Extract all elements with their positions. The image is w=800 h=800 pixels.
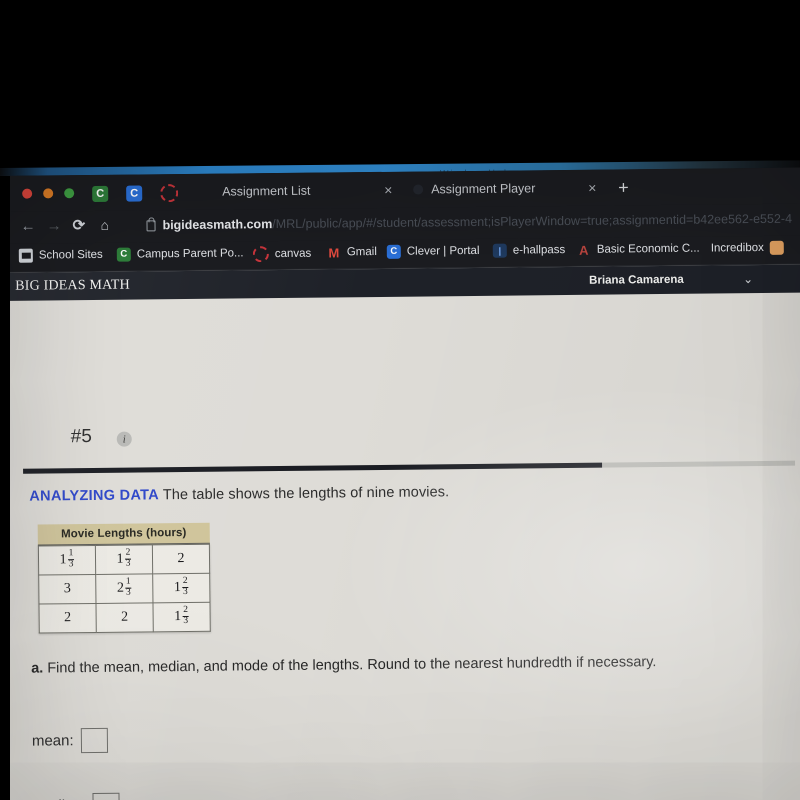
bookmark-label: Clever | Portal xyxy=(406,244,480,258)
part-a-question: a. Find the mean, median, and mode of th… xyxy=(31,654,656,677)
mean-input[interactable] xyxy=(80,727,108,754)
window-traffic-lights[interactable] xyxy=(22,188,75,199)
table-cell: 2 xyxy=(38,603,97,634)
bookmark-label: Basic Economic C... xyxy=(596,242,700,256)
bookmark-canvas[interactable]: canvas xyxy=(252,246,312,263)
table-cell: 123 xyxy=(152,573,210,603)
tab-close-icon[interactable]: × xyxy=(588,180,596,196)
table-row: 22123 xyxy=(38,602,211,634)
home-icon[interactable]: ⌂ xyxy=(100,217,109,233)
tab-close-icon[interactable]: × xyxy=(384,182,392,198)
adobe-icon: A xyxy=(579,242,589,258)
hallpass-icon: | xyxy=(492,243,507,258)
tab-title: Assignment Player xyxy=(431,181,536,197)
bookmark-clever-portal[interactable]: C Clever | Portal xyxy=(386,244,480,259)
part-a-label: a. xyxy=(31,660,44,677)
clever-green-icon[interactable]: C xyxy=(92,185,109,202)
photo-left-edge xyxy=(0,176,10,800)
bookmark-basic-economic[interactable]: A Basic Economic C... xyxy=(577,242,700,257)
folder-icon xyxy=(18,248,33,263)
bookmark-label: Incredibox xyxy=(710,241,764,255)
mean-answer-row: mean: xyxy=(31,727,108,754)
question-number: #5 xyxy=(70,425,92,448)
gmail-icon: M xyxy=(328,244,340,261)
info-icon[interactable]: i xyxy=(116,431,132,447)
bookmark-label: Campus Parent Po... xyxy=(136,247,244,261)
movie-lengths-table: Movie Lengths (hours) 113123232131232212… xyxy=(37,522,211,634)
clever-blue-icon[interactable]: C xyxy=(126,185,143,202)
chevron-down-icon[interactable]: ⌄ xyxy=(743,272,753,286)
forward-icon[interactable]: → xyxy=(46,217,61,234)
bookmark-label: canvas xyxy=(274,247,312,261)
table-cell: 213 xyxy=(95,573,153,604)
back-icon[interactable]: ← xyxy=(20,218,35,235)
close-window-icon[interactable] xyxy=(22,188,33,199)
user-name[interactable]: Briana Camarena xyxy=(589,274,684,287)
table-cell: 3 xyxy=(38,574,96,605)
bookmark-label: Gmail xyxy=(346,245,377,259)
tab-favicon xyxy=(413,184,424,195)
bookmark-label: e-hallpass xyxy=(512,244,566,257)
table-row: 3213123 xyxy=(38,573,210,605)
part-a-text: Find the mean, median, and mode of the l… xyxy=(47,654,657,677)
maximize-window-icon[interactable] xyxy=(64,188,75,199)
table-cell: 2 xyxy=(152,544,210,574)
median-input[interactable] xyxy=(92,792,121,800)
tab-assignment-list[interactable]: Assignment List × xyxy=(222,173,392,210)
address-bar[interactable]: bigideasmath.com/MRL/public/app/#/studen… xyxy=(162,212,800,233)
clever-c-icon: C xyxy=(386,244,401,259)
bookmark-campus-parent[interactable]: C Campus Parent Po... xyxy=(116,246,244,262)
reload-icon[interactable]: ⟳ xyxy=(72,217,85,234)
browser-window: C C Assignment List × Assignment Player … xyxy=(0,167,800,800)
progress-bar-fill xyxy=(23,462,603,474)
bookmark-school-sites[interactable]: School Sites xyxy=(18,248,103,263)
bookmark-incredibox[interactable]: Incredibox xyxy=(710,240,784,256)
url-domain: bigideasmath.com xyxy=(162,217,273,233)
table-caption: Movie Lengths (hours) xyxy=(37,522,210,546)
pinned-tabs[interactable]: C C xyxy=(92,184,179,203)
table-row: 1131232 xyxy=(38,544,210,576)
prompt-text: The table shows the lengths of nine movi… xyxy=(162,484,450,504)
campus-c-icon: C xyxy=(116,247,131,262)
table-cell: 123 xyxy=(152,602,211,632)
canvas-icon xyxy=(252,246,269,263)
new-tab-button[interactable]: + xyxy=(618,177,629,197)
mean-label: mean: xyxy=(31,732,74,750)
minimize-window-icon[interactable] xyxy=(43,188,54,199)
page-viewport: BIG IDEAS MATH Briana Camarena ⌄ #5 i AN… xyxy=(0,264,800,800)
table-cell: 123 xyxy=(95,544,153,575)
bookmark-label: School Sites xyxy=(38,248,103,262)
incredibox-icon xyxy=(769,240,784,255)
tab-title: Assignment List xyxy=(222,183,311,199)
table-cell: 2 xyxy=(95,602,154,633)
photo-of-screen: Window Help C C Assignment List × Assign… xyxy=(0,0,800,800)
prompt-tag: ANALYZING DATA xyxy=(29,487,160,505)
table-cell: 113 xyxy=(38,545,96,576)
bookmark-gmail[interactable]: M Gmail xyxy=(327,245,377,260)
lock-icon xyxy=(146,220,156,232)
app-brand: BIG IDEAS MATH xyxy=(15,277,131,294)
canvas-icon[interactable] xyxy=(160,184,179,203)
url-path: /MRL/public/app/#/student/assessment;isP… xyxy=(272,211,793,232)
bookmark-e-hallpass[interactable]: | e-hallpass xyxy=(492,243,566,258)
tab-assignment-player[interactable]: Assignment Player × xyxy=(413,170,596,207)
median-answer-row: median: xyxy=(32,792,121,800)
problem-prompt: ANALYZING DATA The table shows the lengt… xyxy=(29,484,449,504)
progress-bar xyxy=(23,460,796,474)
